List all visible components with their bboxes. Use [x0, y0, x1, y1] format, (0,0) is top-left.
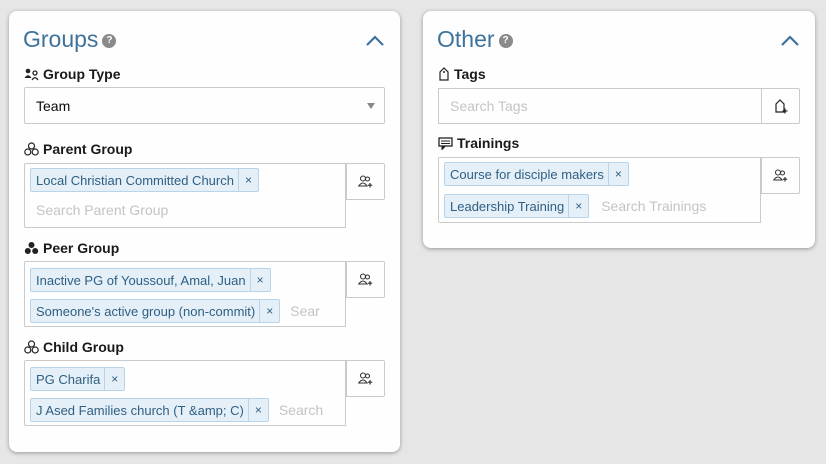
chevron-up-icon[interactable] — [780, 33, 800, 47]
chevron-up-icon[interactable] — [365, 33, 385, 47]
peer-group-search-input[interactable]: Sear — [290, 303, 320, 319]
chip-label: Someone's active group (non-commit) — [36, 303, 256, 319]
parent-group-chip: Local Christian Committed Church × — [30, 168, 259, 192]
connection-group-icon — [24, 340, 39, 354]
group-type-label-text: Group Type — [43, 66, 121, 82]
group-type-value: Team — [36, 97, 71, 114]
child-group-label-text: Child Group — [43, 339, 124, 355]
add-parent-group-button[interactable] — [346, 163, 385, 200]
peer-group-icon — [24, 242, 39, 254]
other-panel-title: Other ? — [437, 26, 513, 53]
group-type-label: Group Type — [24, 66, 121, 82]
parent-group-typeahead[interactable]: Local Christian Committed Church × Searc… — [24, 163, 346, 228]
chip-remove-icon[interactable]: × — [247, 399, 268, 421]
peer-group-chip: Someone's active group (non-commit) × — [30, 299, 281, 323]
tag-icon — [439, 67, 449, 81]
peer-group-typeahead[interactable]: Inactive PG of Youssouf, Amal, Juan × So… — [24, 261, 346, 327]
chip-label: Leadership Training — [450, 198, 565, 214]
group-type-icon — [24, 68, 39, 80]
training-chip: Leadership Training × — [444, 194, 590, 218]
chip-label: PG Charifa — [36, 371, 101, 387]
training-chip: Course for disciple makers × — [444, 162, 629, 186]
other-panel: Other ? Tags Search Tags Trainings Cours… — [423, 11, 815, 248]
add-group-icon — [773, 169, 788, 182]
tags-label-text: Tags — [454, 66, 486, 82]
add-group-icon — [358, 175, 373, 188]
groups-title-text: Groups — [23, 26, 99, 52]
add-tag-icon — [774, 98, 787, 113]
chip-remove-icon[interactable]: × — [607, 163, 628, 185]
chip-remove-icon[interactable]: × — [259, 300, 279, 322]
trainings-label: Trainings — [438, 135, 519, 151]
parent-group-label-text: Parent Group — [43, 141, 133, 157]
add-training-button[interactable] — [761, 157, 800, 194]
chip-label: Course for disciple makers — [450, 166, 604, 182]
chip-label: Local Christian Committed Church — [36, 172, 234, 188]
chip-remove-icon[interactable]: × — [568, 195, 588, 217]
parent-group-search-input[interactable]: Search Parent Group — [36, 202, 168, 218]
add-group-icon — [358, 372, 373, 385]
training-icon — [438, 136, 453, 150]
trainings-typeahead[interactable]: Course for disciple makers × Leadership … — [438, 157, 761, 223]
groups-panel: Groups ? Group Type Team Parent Group Lo… — [9, 11, 400, 452]
chip-remove-icon[interactable]: × — [249, 269, 270, 291]
groups-panel-title: Groups ? — [23, 26, 117, 53]
chip-remove-icon[interactable]: × — [237, 169, 258, 191]
add-peer-group-button[interactable] — [346, 261, 385, 298]
parent-group-label: Parent Group — [24, 141, 132, 157]
help-icon[interactable]: ? — [498, 33, 513, 48]
tags-placeholder: Search Tags — [450, 98, 528, 114]
tags-search-input[interactable]: Search Tags — [438, 88, 761, 124]
add-group-icon — [358, 273, 373, 286]
child-group-search-input[interactable]: Search — [279, 402, 329, 418]
add-tag-button[interactable] — [761, 88, 800, 124]
chip-label: Inactive PG of Youssouf, Amal, Juan — [36, 272, 246, 288]
peer-group-chip: Inactive PG of Youssouf, Amal, Juan × — [30, 268, 271, 292]
add-child-group-button[interactable] — [346, 360, 385, 397]
group-type-select[interactable]: Team — [24, 87, 385, 124]
help-icon[interactable]: ? — [102, 33, 117, 48]
chip-label: J Ased Families church (T &amp; C) — [36, 402, 244, 418]
peer-group-label-text: Peer Group — [43, 240, 120, 256]
child-group-label: Child Group — [24, 339, 124, 355]
other-title-text: Other — [437, 26, 495, 52]
child-group-typeahead[interactable]: PG Charifa × J Ased Families church (T &… — [24, 360, 346, 426]
trainings-label-text: Trainings — [457, 135, 520, 151]
dropdown-caret-icon — [367, 103, 375, 109]
connection-group-icon — [24, 142, 39, 156]
tags-label: Tags — [438, 66, 486, 82]
child-group-chip: PG Charifa × — [30, 367, 126, 391]
chip-remove-icon[interactable]: × — [104, 368, 124, 390]
trainings-search-input[interactable]: Search Trainings — [601, 198, 706, 214]
peer-group-label: Peer Group — [24, 240, 119, 256]
child-group-chip: J Ased Families church (T &amp; C) × — [30, 398, 269, 422]
